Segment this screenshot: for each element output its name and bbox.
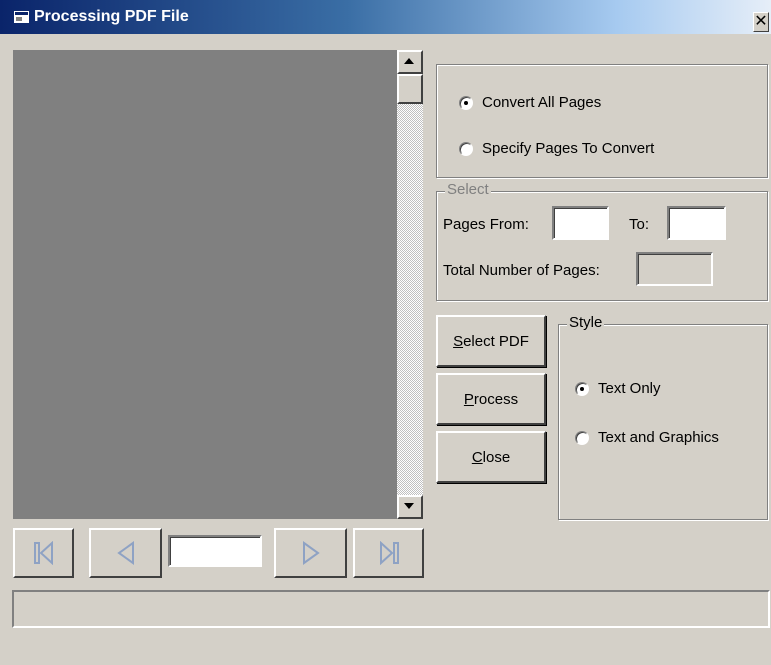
- close-window-button[interactable]: ✕: [753, 12, 769, 32]
- style-group-legend: Style: [567, 314, 605, 331]
- select-pdf-label: elect PDF: [463, 332, 529, 350]
- down-arrow-icon: [404, 503, 414, 509]
- title-bar[interactable]: Processing PDF File ✕: [0, 0, 771, 34]
- radio-selected-icon: [575, 381, 589, 396]
- up-arrow-icon: [404, 58, 414, 64]
- specify-pages-radio[interactable]: Specify Pages To Convert: [459, 140, 654, 157]
- select-pdf-button[interactable]: Select PDF: [436, 315, 546, 367]
- convert-all-pages-label: Convert All Pages: [482, 94, 602, 111]
- select-pdf-mnemonic: S: [453, 332, 464, 350]
- close-mnemonic: C: [471, 448, 483, 466]
- status-bar: [12, 590, 770, 628]
- page-range-mode-group: Convert All Pages Specify Pages To Conve…: [436, 64, 768, 178]
- total-pages-field: [636, 252, 713, 286]
- last-page-button[interactable]: [353, 528, 424, 578]
- pages-to-label: To:: [629, 216, 650, 233]
- text-only-radio[interactable]: Text Only: [575, 380, 661, 397]
- pages-to-field[interactable]: [667, 206, 726, 240]
- process-mnemonic: P: [463, 390, 474, 408]
- total-pages-label: Total Number of Pages:: [443, 262, 600, 279]
- close-button[interactable]: Close: [436, 431, 546, 483]
- process-label: rocess: [473, 390, 519, 408]
- pages-from-label: Pages From:: [443, 216, 529, 233]
- app-window-icon: [14, 11, 29, 23]
- preview-vertical-scrollbar[interactable]: [397, 50, 423, 519]
- pdf-preview-area[interactable]: [13, 50, 397, 519]
- text-only-label: Text Only: [598, 380, 661, 397]
- select-group-legend: Select: [445, 181, 491, 198]
- style-group: Style Text Only Text and Graphics: [558, 314, 768, 520]
- previous-page-button[interactable]: [89, 528, 162, 578]
- specify-pages-label: Specify Pages To Convert: [482, 140, 655, 157]
- radio-unselected-icon: [459, 141, 473, 156]
- last-page-icon: [379, 541, 399, 565]
- next-page-button[interactable]: [274, 528, 347, 578]
- close-label: lose: [482, 448, 511, 466]
- process-button[interactable]: Process: [436, 373, 546, 425]
- scroll-down-button[interactable]: [397, 495, 423, 519]
- scroll-up-button[interactable]: [397, 50, 423, 74]
- radio-selected-icon: [459, 95, 473, 110]
- first-page-button[interactable]: [13, 528, 74, 578]
- window-title: Processing PDF File: [34, 8, 189, 25]
- page-number-input[interactable]: [168, 535, 262, 567]
- pages-from-field[interactable]: [552, 206, 609, 240]
- previous-page-icon: [116, 541, 134, 565]
- convert-all-pages-radio[interactable]: Convert All Pages: [459, 94, 601, 111]
- next-page-icon: [302, 541, 320, 565]
- processing-pdf-dialog: Processing PDF File ✕ Convert All Pages …: [0, 0, 771, 665]
- first-page-icon: [33, 541, 53, 565]
- text-and-graphics-label: Text and Graphics: [598, 429, 719, 446]
- scroll-thumb[interactable]: [397, 74, 423, 104]
- radio-unselected-icon: [575, 430, 589, 445]
- text-and-graphics-radio[interactable]: Text and Graphics: [575, 429, 719, 446]
